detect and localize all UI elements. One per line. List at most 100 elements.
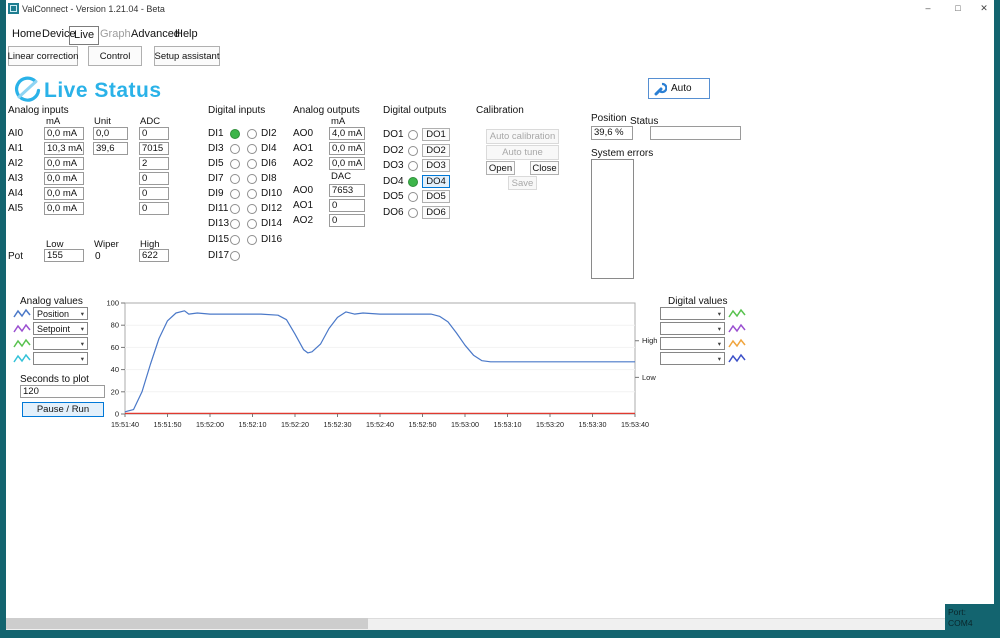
di-label-DI12: DI12 xyxy=(261,203,282,214)
menu-help[interactable]: Help xyxy=(171,26,202,43)
seconds-to-plot-label: Seconds to plot xyxy=(20,374,89,385)
digital-select-3[interactable]: ▾ xyxy=(660,337,725,350)
save-button[interactable]: Save xyxy=(508,176,537,190)
svg-text:15:52:10: 15:52:10 xyxy=(239,420,267,429)
svg-text:Low: Low xyxy=(642,373,656,382)
do-label-DO2: DO2 xyxy=(383,145,404,156)
svg-text:40: 40 xyxy=(111,365,119,374)
minimize-button[interactable]: – xyxy=(916,1,940,15)
analog-select-4[interactable]: ▾ xyxy=(33,352,88,365)
analog-select-2[interactable]: Setpoint ▾ xyxy=(33,322,88,335)
ao2-dac-field[interactable]: 0 xyxy=(329,214,365,227)
app-icon xyxy=(8,3,19,14)
do-button-DO6[interactable]: DO6 xyxy=(422,206,450,219)
di-label-DI15: DI15 xyxy=(208,234,229,245)
chevron-down-icon: ▾ xyxy=(81,355,84,363)
ao1-dac-field[interactable]: 0 xyxy=(329,199,365,212)
pot-wiper-value: 0 xyxy=(95,251,101,262)
ai4-adc-field[interactable]: 0 xyxy=(139,187,169,200)
ai2-ma-field[interactable]: 0,0 mA xyxy=(44,157,84,170)
close-valve-button[interactable]: Close xyxy=(530,161,559,175)
do-button-DO4[interactable]: DO4 xyxy=(422,175,450,188)
di-indicator-DI8 xyxy=(247,174,257,184)
ai5-adc-field[interactable]: 0 xyxy=(139,202,169,215)
close-button[interactable]: ✕ xyxy=(972,1,996,15)
di-label-DI2: DI2 xyxy=(261,128,277,139)
digital-select-2[interactable]: ▾ xyxy=(660,322,725,335)
linear-correction-button[interactable]: Linear correction xyxy=(8,46,78,66)
do-button-DO1[interactable]: DO1 xyxy=(422,128,450,141)
digital-inputs-section-label: Digital inputs xyxy=(208,105,265,116)
ai4-ma-field[interactable]: 0,0 mA xyxy=(44,187,84,200)
ao0-ma-field[interactable]: 4,0 mA xyxy=(329,127,365,140)
ai5-ma-field[interactable]: 0,0 mA xyxy=(44,202,84,215)
do-indicator-DO5 xyxy=(408,192,418,202)
analog-values-label: Analog values xyxy=(20,296,83,307)
control-button[interactable]: Control xyxy=(88,46,142,66)
ai3-ma-field[interactable]: 0,0 mA xyxy=(44,172,84,185)
ai3-label: AI3 xyxy=(8,173,23,184)
scrollbar-thumb[interactable] xyxy=(6,618,368,629)
di-label-DI1: DI1 xyxy=(208,128,224,139)
pot-high-field[interactable]: 622 xyxy=(139,249,169,262)
auto-calibration-button[interactable]: Auto calibration xyxy=(486,129,559,144)
ai1-adc-field[interactable]: 7015 xyxy=(139,142,169,155)
auto-button[interactable]: Auto xyxy=(648,78,710,99)
pause-run-button[interactable]: Pause / Run xyxy=(22,402,104,417)
maximize-button[interactable]: □ xyxy=(946,1,970,15)
setup-assistant-button[interactable]: Setup assistant xyxy=(154,46,220,66)
position-field[interactable]: 39,6 % xyxy=(591,126,633,140)
menu-live[interactable]: Live xyxy=(69,26,99,45)
di-label-DI4: DI4 xyxy=(261,143,277,154)
do-label-DO4: DO4 xyxy=(383,176,404,187)
di-label-DI17: DI17 xyxy=(208,250,229,261)
auto-button-label: Auto xyxy=(671,83,692,94)
di-label-DI5: DI5 xyxy=(208,158,224,169)
di-indicator-DI15 xyxy=(230,235,240,245)
digital-color-icon-2 xyxy=(728,323,746,334)
analog-select-3[interactable]: ▾ xyxy=(33,337,88,350)
wrench-icon xyxy=(653,82,667,96)
calibration-section-label: Calibration xyxy=(476,105,524,116)
di-indicator-DI16 xyxy=(247,235,257,245)
analog-select-1[interactable]: Position ▾ xyxy=(33,307,88,320)
ai2-adc-field[interactable]: 2 xyxy=(139,157,169,170)
di-indicator-DI5 xyxy=(230,159,240,169)
svg-text:15:52:30: 15:52:30 xyxy=(324,420,352,429)
do-button-DO3[interactable]: DO3 xyxy=(422,159,450,172)
digital-select-4[interactable]: ▾ xyxy=(660,352,725,365)
ai0-unit-field[interactable]: 0,0 xyxy=(93,127,128,140)
di-indicator-DI4 xyxy=(247,144,257,154)
pot-wiper-label: Wiper xyxy=(94,240,119,250)
pot-low-field[interactable]: 155 xyxy=(44,249,84,262)
svg-text:60: 60 xyxy=(111,343,119,352)
ai0-adc-field[interactable]: 0 xyxy=(139,127,169,140)
ai3-adc-field[interactable]: 0 xyxy=(139,172,169,185)
svg-text:15:53:10: 15:53:10 xyxy=(494,420,522,429)
ao2-ma-field[interactable]: 0,0 mA xyxy=(329,157,365,170)
status-field[interactable] xyxy=(650,126,741,140)
digital-select-1[interactable]: ▾ xyxy=(660,307,725,320)
di-label-DI3: DI3 xyxy=(208,143,224,154)
auto-tune-button[interactable]: Auto tune xyxy=(486,145,559,160)
svg-text:100: 100 xyxy=(106,299,119,308)
di-label-DI13: DI13 xyxy=(208,218,229,229)
do-button-DO2[interactable]: DO2 xyxy=(422,144,450,157)
ao1-ma-field[interactable]: 0,0 mA xyxy=(329,142,365,155)
do-indicator-DO2 xyxy=(408,146,418,156)
di-indicator-DI3 xyxy=(230,144,240,154)
seconds-to-plot-field[interactable]: 120 xyxy=(20,385,105,398)
ao0-dac-field[interactable]: 7653 xyxy=(329,184,365,197)
ao-ma-label: mA xyxy=(331,117,345,127)
ai1-unit-field[interactable]: 39,6 xyxy=(93,142,128,155)
system-errors-list[interactable] xyxy=(591,159,634,279)
ai0-ma-field[interactable]: 0,0 mA xyxy=(44,127,84,140)
svg-text:15:53:30: 15:53:30 xyxy=(579,420,607,429)
ai1-ma-field[interactable]: 10,3 mA xyxy=(44,142,84,155)
do-button-DO5[interactable]: DO5 xyxy=(422,190,450,203)
dac-label: DAC xyxy=(331,172,351,182)
svg-text:0: 0 xyxy=(115,410,119,419)
di-indicator-DI10 xyxy=(247,189,257,199)
svg-text:15:53:40: 15:53:40 xyxy=(621,420,649,429)
open-button[interactable]: Open xyxy=(486,161,515,175)
